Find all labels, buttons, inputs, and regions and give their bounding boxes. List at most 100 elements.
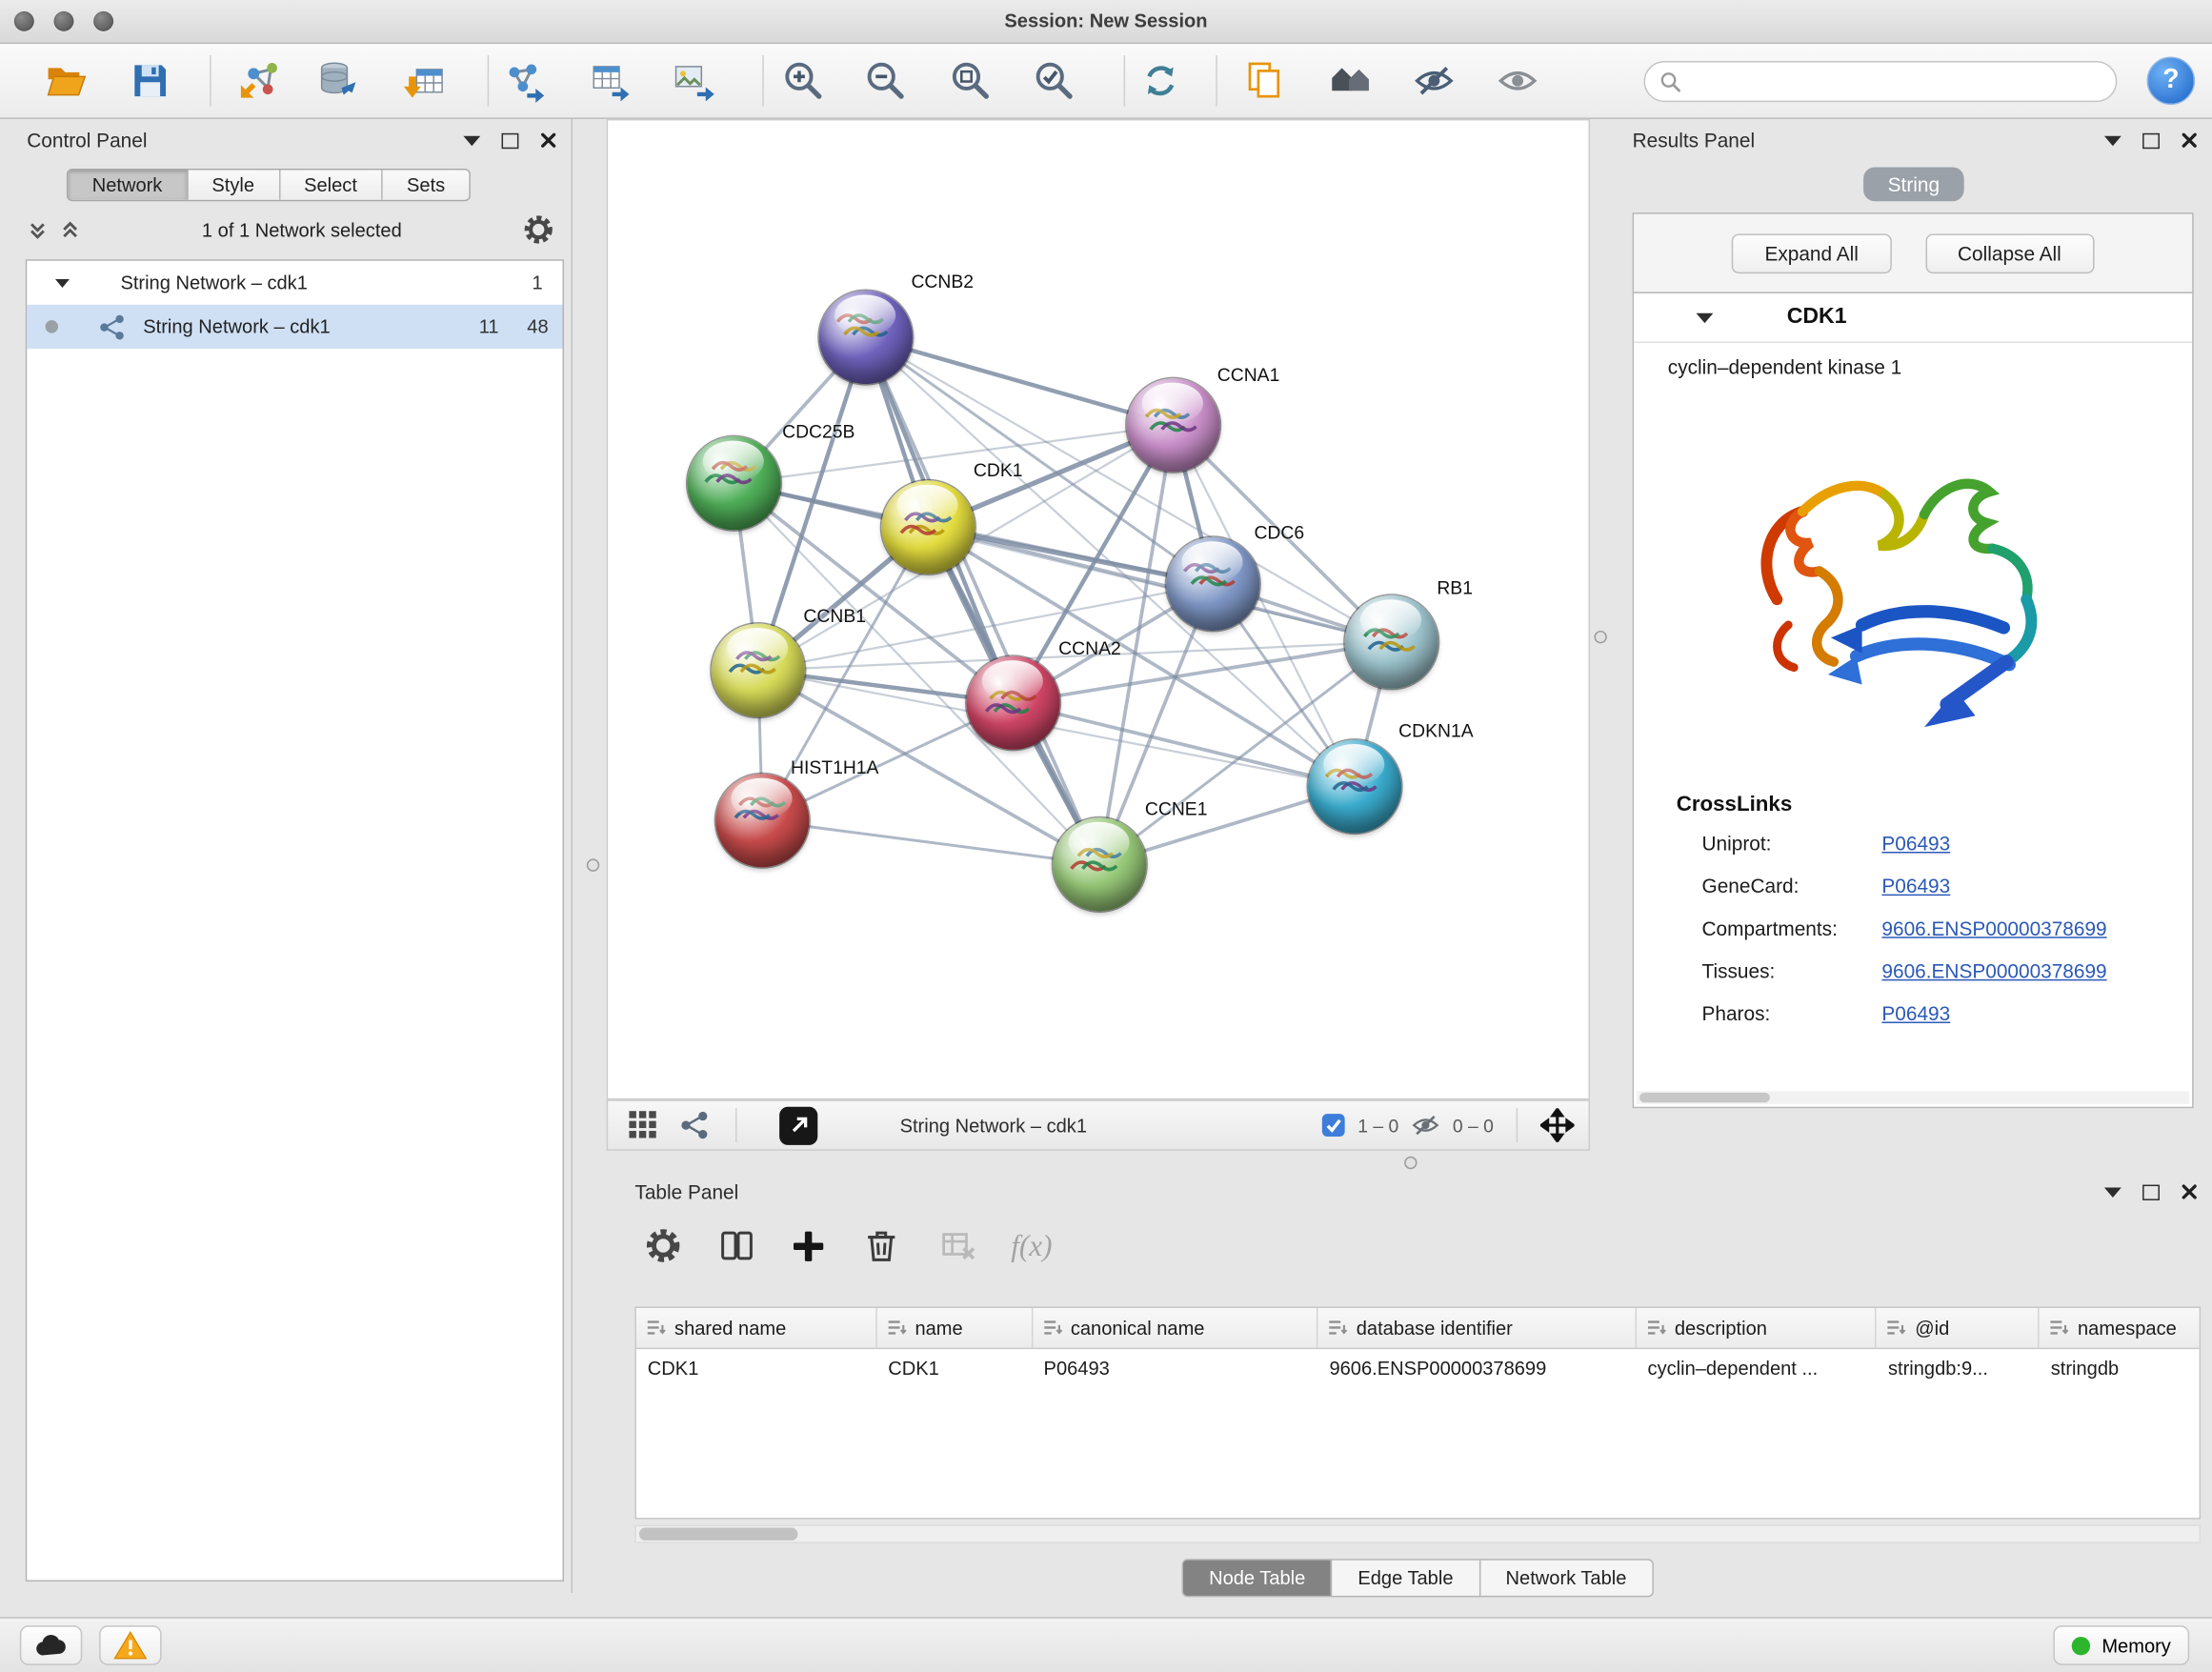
network-canvas[interactable]: CCNB2CCNA1CDC25BCDK1CDC6RB1CCNB1CCNA2CDK… — [607, 119, 1590, 1099]
horizontal-splitter-handle[interactable] — [1404, 1157, 1417, 1169]
network-node[interactable] — [1127, 378, 1220, 472]
panel-close-icon[interactable] — [2181, 131, 2198, 149]
network-node[interactable] — [1053, 817, 1146, 911]
tab-node-table[interactable]: Node Table — [1182, 1559, 1333, 1597]
scrollbar-thumb[interactable] — [639, 1528, 798, 1541]
zoom-in-button[interactable] — [771, 49, 835, 113]
gear-icon[interactable] — [523, 214, 554, 246]
network-node[interactable] — [881, 480, 975, 574]
right-splitter-handle[interactable] — [1594, 631, 1606, 643]
delete-column-button[interactable] — [851, 1215, 913, 1277]
panel-collapse-icon[interactable] — [463, 135, 480, 145]
network-collection-row[interactable]: String Network – cdk1 1 — [27, 261, 562, 305]
panel-collapse-icon[interactable] — [2104, 135, 2122, 145]
tab-edge-table[interactable]: Edge Table — [1331, 1559, 1480, 1597]
network-node[interactable] — [712, 624, 805, 717]
column-header[interactable]: name — [876, 1308, 1032, 1348]
protein-card-header[interactable]: CDK1 — [1634, 293, 2192, 343]
new-table-from-network-button[interactable] — [576, 49, 641, 113]
panel-float-icon[interactable] — [2142, 1184, 2160, 1199]
import-network-from-database-button[interactable] — [306, 49, 371, 113]
network-edge[interactable] — [762, 820, 1099, 864]
network-node[interactable] — [819, 291, 913, 384]
network-node[interactable] — [1166, 537, 1259, 631]
minimize-window-button[interactable] — [54, 11, 74, 31]
selected-checkbox-icon[interactable] — [1321, 1113, 1347, 1138]
tab-select[interactable]: Select — [278, 171, 381, 200]
network-row[interactable]: String Network – cdk1 11 48 — [27, 305, 562, 349]
tab-style[interactable]: Style — [187, 171, 279, 200]
help-button[interactable]: ? — [2147, 57, 2196, 106]
scrollbar-thumb[interactable] — [1639, 1093, 1770, 1102]
crosslink-value-link[interactable]: P06493 — [1881, 872, 1950, 901]
zoom-selected-button[interactable] — [1021, 49, 1086, 113]
hide-selected-button[interactable] — [1401, 49, 1466, 113]
panel-collapse-icon[interactable] — [2104, 1187, 2122, 1197]
tree-expand-icon[interactable] — [55, 278, 70, 287]
panel-close-icon[interactable] — [540, 131, 557, 149]
crosslink-value-link[interactable]: P06493 — [1881, 829, 1950, 858]
zoom-fit-button[interactable] — [938, 49, 1003, 113]
export-image-button[interactable] — [660, 49, 725, 113]
collapse-all-button[interactable]: Collapse All — [1925, 233, 2094, 273]
left-splitter-handle[interactable] — [587, 858, 599, 871]
tab-network-table[interactable]: Network Table — [1478, 1559, 1653, 1597]
crosslink-value-link[interactable]: 9606.ENSP00000378699 — [1881, 914, 2106, 943]
show-columns-button[interactable] — [706, 1215, 768, 1277]
show-selected-button[interactable] — [1485, 49, 1550, 113]
import-network-from-file-button[interactable] — [227, 49, 292, 113]
search-field[interactable] — [1644, 61, 2118, 102]
table-cell[interactable]: stringdb:9... — [1877, 1349, 2040, 1389]
column-header[interactable]: namespace — [2040, 1308, 2200, 1348]
table-cell[interactable]: P06493 — [1033, 1349, 1318, 1389]
grid-view-icon[interactable] — [628, 1110, 659, 1141]
network-node[interactable] — [1308, 739, 1401, 833]
zoom-window-button[interactable] — [93, 11, 113, 31]
open-session-button[interactable] — [32, 49, 97, 113]
card-expand-icon[interactable] — [1697, 312, 1714, 322]
import-table-from-file-button[interactable] — [392, 49, 457, 113]
table-cell[interactable]: 9606.ENSP00000378699 — [1318, 1349, 1637, 1389]
table-row[interactable]: CDK1 CDK1 P06493 9606.ENSP00000378699 cy… — [636, 1349, 2200, 1389]
clone-network-button[interactable] — [1233, 49, 1297, 113]
warnings-button[interactable] — [99, 1625, 161, 1665]
pan-move-icon[interactable] — [1540, 1108, 1575, 1142]
panel-float-icon[interactable] — [502, 132, 519, 148]
apply-layout-button[interactable] — [1128, 49, 1193, 113]
network-node[interactable] — [1345, 595, 1438, 689]
new-network-from-selection-button[interactable] — [493, 49, 558, 113]
table-horizontal-scrollbar[interactable] — [634, 1525, 2201, 1543]
column-header[interactable]: @id — [1877, 1308, 2040, 1348]
results-horizontal-scrollbar[interactable] — [1637, 1091, 2189, 1103]
collapse-all-networks-icon[interactable] — [27, 219, 48, 240]
network-list-icon[interactable] — [679, 1110, 711, 1141]
network-node[interactable] — [687, 436, 780, 530]
column-header[interactable]: database identifier — [1318, 1308, 1637, 1348]
panel-close-icon[interactable] — [2181, 1183, 2198, 1200]
network-node[interactable] — [715, 774, 809, 867]
expand-all-button[interactable]: Expand All — [1732, 233, 1891, 273]
table-cell[interactable]: CDK1 — [636, 1349, 876, 1389]
memory-button[interactable]: Memory — [2054, 1625, 2189, 1665]
table-cell[interactable]: stringdb — [2040, 1349, 2200, 1389]
tab-string[interactable]: String — [1863, 168, 1963, 202]
panel-float-icon[interactable] — [2142, 132, 2160, 148]
column-header[interactable]: shared name — [636, 1308, 876, 1348]
save-session-button[interactable] — [117, 49, 182, 113]
network-edge[interactable] — [866, 337, 1099, 864]
tab-sets[interactable]: Sets — [381, 171, 469, 200]
show-graphics-details-button[interactable] — [1317, 49, 1382, 113]
table-cell[interactable]: CDK1 — [876, 1349, 1032, 1389]
network-node[interactable] — [966, 656, 1059, 750]
search-input[interactable] — [1691, 70, 2116, 93]
crosslink-value-link[interactable]: 9606.ENSP00000378699 — [1881, 957, 2106, 986]
table-settings-button[interactable] — [632, 1215, 694, 1277]
zoom-out-button[interactable] — [853, 49, 917, 113]
hidden-eye-slash-icon[interactable] — [1410, 1113, 1441, 1138]
delete-table-button[interactable] — [927, 1215, 989, 1277]
crosslink-value-link[interactable]: P06493 — [1881, 999, 1950, 1029]
expand-all-networks-icon[interactable] — [59, 219, 80, 240]
table-cell[interactable]: cyclin–dependent ... — [1637, 1349, 1877, 1389]
column-header[interactable]: canonical name — [1033, 1308, 1318, 1348]
column-header[interactable]: description — [1637, 1308, 1877, 1348]
